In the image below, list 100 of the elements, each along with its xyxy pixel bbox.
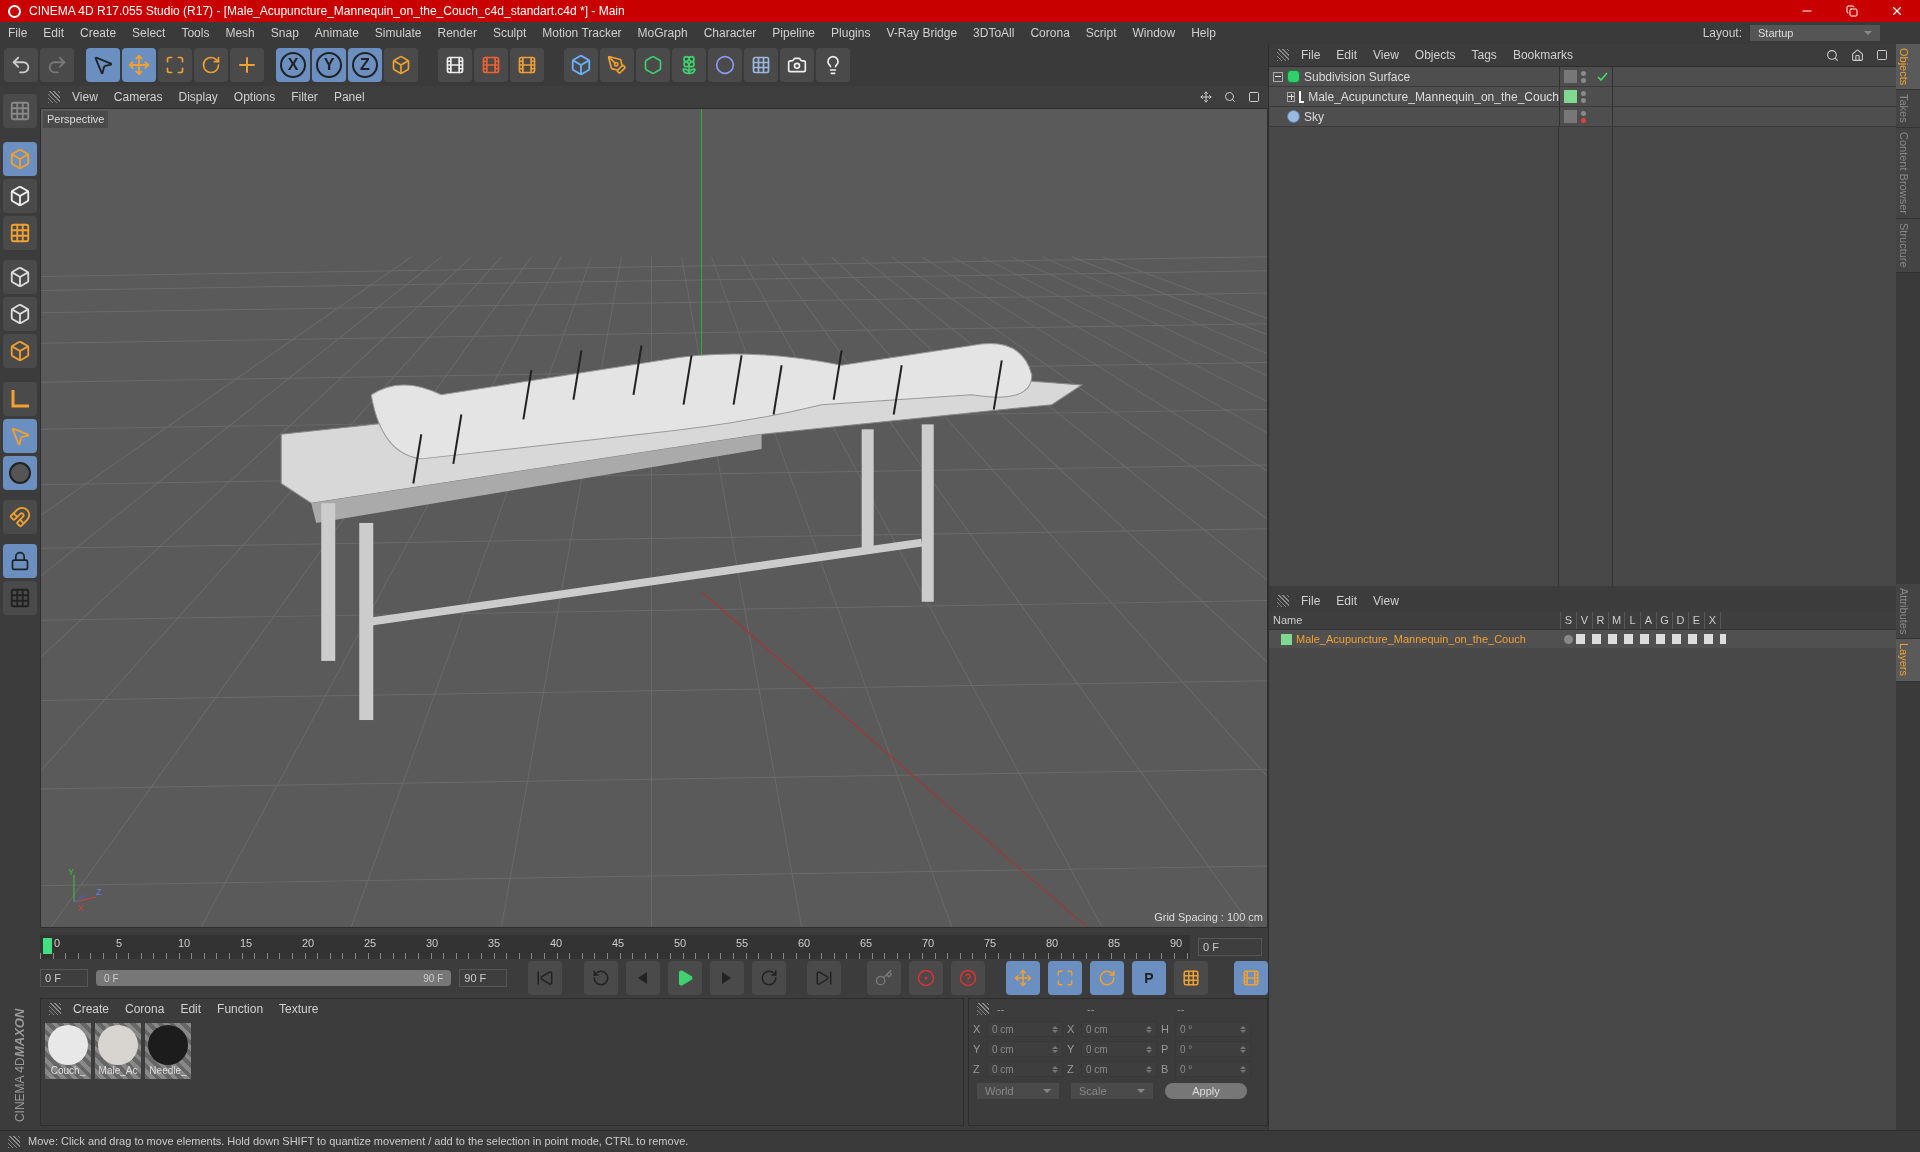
key-parameter-button[interactable]: P [1131, 961, 1166, 995]
material-swatch[interactable]: Needle_ [145, 1023, 191, 1079]
deformer-button[interactable] [708, 48, 742, 82]
end-frame-field[interactable]: 90 F [459, 969, 508, 987]
menu-item[interactable]: Objects [1414, 46, 1456, 64]
menu-item[interactable]: Character [703, 24, 757, 42]
visibility-dots-icon[interactable] [1581, 110, 1586, 123]
visibility-dots-icon[interactable] [1581, 90, 1586, 103]
object-row[interactable]: Sky [1269, 107, 1896, 127]
column-header[interactable]: V [1577, 612, 1593, 629]
pen-button[interactable] [600, 48, 634, 82]
menu-item[interactable]: Help [1191, 24, 1216, 42]
layout-dropdown[interactable]: Startup [1750, 25, 1880, 41]
render-view-button[interactable] [438, 48, 472, 82]
pan-view-icon[interactable] [1200, 91, 1212, 103]
render-settings-button[interactable] [510, 48, 544, 82]
home-icon[interactable] [1851, 48, 1864, 62]
polygons-mode-button[interactable] [3, 334, 37, 368]
menu-item[interactable]: Panel [333, 88, 365, 106]
menu-item[interactable]: Filter [291, 88, 318, 106]
go-to-start-button[interactable] [528, 961, 563, 995]
select-tool-button[interactable] [86, 48, 120, 82]
material-swatch[interactable]: Couch_ [45, 1023, 91, 1079]
column-header[interactable]: Name [1269, 612, 1561, 629]
layer-toggles-icon[interactable] [1576, 634, 1726, 644]
rotate-tool-button[interactable] [194, 48, 228, 82]
texture-mode-button[interactable] [3, 179, 37, 213]
expand-toggle-icon[interactable] [1287, 91, 1295, 102]
menu-item[interactable]: Edit [43, 24, 65, 42]
menu-item[interactable]: Edit [1336, 46, 1358, 64]
locked-grid-button[interactable] [3, 544, 37, 578]
play-button[interactable] [667, 961, 702, 995]
menu-item[interactable]: Mesh [225, 24, 255, 42]
edges-mode-button[interactable] [3, 297, 37, 331]
camera-button[interactable] [780, 48, 814, 82]
object-name[interactable]: Subdivision Surface [1304, 67, 1411, 86]
menu-item[interactable]: View [72, 88, 98, 106]
menu-item[interactable]: Animate [314, 24, 359, 42]
workplane-button[interactable] [3, 216, 37, 250]
menu-item[interactable]: Pipeline [772, 24, 816, 42]
key-scale-button[interactable] [1047, 961, 1082, 995]
menu-item[interactable]: Create [73, 1000, 110, 1018]
new-panel-icon[interactable] [1876, 49, 1888, 61]
menu-item[interactable]: Tags [1471, 46, 1497, 64]
subdivision-button[interactable] [636, 48, 670, 82]
key-points-button[interactable] [1173, 961, 1208, 995]
axis-lock-button[interactable]: Z [348, 48, 382, 82]
column-header[interactable]: A [1641, 612, 1657, 629]
menu-item[interactable]: Script [1085, 24, 1117, 42]
zoom-view-icon[interactable] [1224, 91, 1236, 103]
column-header[interactable]: D [1673, 612, 1689, 629]
menu-item[interactable]: Cameras [113, 88, 163, 106]
menu-item[interactable]: Sculpt [492, 24, 527, 42]
collapse-toggle-icon[interactable] [1273, 71, 1283, 82]
menu-item[interactable]: 3DToAll [973, 24, 1015, 42]
menu-item[interactable]: Plugins [831, 24, 871, 42]
menu-item[interactable]: Bookmarks [1512, 46, 1573, 64]
key-rotation-button[interactable] [1089, 961, 1124, 995]
menu-item[interactable]: File [1301, 46, 1321, 64]
scale-tool-button[interactable] [158, 48, 192, 82]
search-icon[interactable] [1826, 48, 1839, 62]
light-button[interactable] [816, 48, 850, 82]
menu-item[interactable]: View [1373, 46, 1399, 64]
object-name[interactable]: Sky [1304, 107, 1324, 126]
keyframe-button[interactable] [866, 961, 901, 995]
menu-item[interactable]: Edit [1336, 592, 1358, 610]
autokey-button[interactable] [908, 961, 943, 995]
close-icon[interactable] [1890, 4, 1904, 18]
maximize-view-icon[interactable] [1248, 91, 1260, 103]
object-name[interactable]: Male_Acupuncture_Mannequin_on_the_Couch [1308, 87, 1559, 106]
restore-icon[interactable] [1846, 5, 1858, 17]
column-header[interactable]: S [1561, 612, 1577, 629]
undo-button[interactable] [4, 48, 38, 82]
coordinate-system-button[interactable] [384, 48, 418, 82]
snap-button[interactable] [3, 456, 37, 490]
menu-item[interactable]: Corona [1030, 24, 1070, 42]
menu-item[interactable]: Motion Tracker [542, 24, 622, 42]
column-header[interactable]: X [1705, 612, 1721, 629]
floor-button[interactable] [744, 48, 778, 82]
column-header[interactable]: G [1657, 612, 1673, 629]
checkmark-icon[interactable] [1597, 72, 1608, 81]
transform-tool-button[interactable] [230, 48, 264, 82]
object-row[interactable]: Subdivision Surface [1269, 67, 1896, 87]
menu-item[interactable]: Edit [180, 1000, 202, 1018]
cube-button[interactable] [564, 48, 598, 82]
menu-item[interactable]: Render [437, 24, 477, 42]
start-frame-field[interactable]: 0 F [40, 969, 89, 987]
keyframe-help-button[interactable] [950, 961, 985, 995]
column-header[interactable]: M [1609, 612, 1625, 629]
menu-item[interactable]: Window [1132, 24, 1176, 42]
menu-item[interactable]: Snap [270, 24, 299, 42]
menu-item[interactable]: File [1301, 592, 1321, 610]
object-row[interactable]: Male_Acupuncture_Mannequin_on_the_Couch [1269, 87, 1896, 107]
column-header[interactable]: E [1689, 612, 1705, 629]
current-frame-field[interactable]: 0 F [1198, 938, 1262, 956]
menu-item[interactable]: Corona [125, 1000, 165, 1018]
menu-item[interactable]: Texture [279, 1000, 319, 1018]
menu-item[interactable]: Display [178, 88, 218, 106]
magnet-button[interactable] [3, 500, 37, 534]
visibility-dots-icon[interactable] [1581, 70, 1586, 83]
